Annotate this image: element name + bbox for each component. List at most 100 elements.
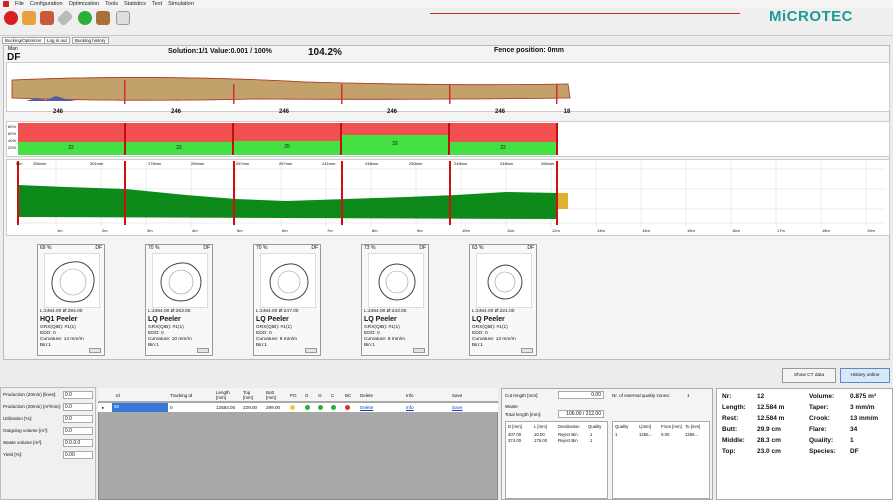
- pencil-icon[interactable]: [56, 9, 74, 27]
- log-card[interactable]: 69 % DF L:2464.00 Ø:294.00 HQ1 Peeler GRX…: [37, 244, 105, 356]
- diameter-label: 248mm: [500, 161, 514, 166]
- cross-section-image: [44, 253, 100, 308]
- card-species: DF: [203, 245, 210, 251]
- length-tick: 11m: [507, 228, 515, 233]
- stat-label: Crook:: [809, 415, 830, 422]
- menu-configuration[interactable]: Configuration: [30, 1, 63, 7]
- log-card[interactable]: 63 % DF L:2464.00 Ø:221.00 LQ Peeler GRX(…: [469, 244, 537, 356]
- grade-axis-label: 80%: [8, 124, 17, 129]
- brand-logo: MiCROTEC: [769, 8, 853, 25]
- length-tick: 12m: [552, 228, 560, 233]
- quality-cell: 1256...: [639, 432, 653, 437]
- stat-label: Flare:: [809, 426, 827, 433]
- production-value: 0.0: [63, 415, 93, 423]
- stat-label: Species:: [809, 448, 836, 455]
- ext-zones-value: 1: [687, 393, 690, 398]
- diameter-label: 266mm: [33, 161, 47, 166]
- cut-length-field[interactable]: 0.00: [558, 391, 604, 399]
- segment-length: 246: [494, 109, 505, 115]
- log-card[interactable]: 70 % DF L:2464.00 Ø:247.00 LQ Peeler GRX(…: [253, 244, 321, 356]
- card-grade: LQ Peeler: [472, 316, 505, 323]
- column-header: Quality: [588, 424, 602, 429]
- more-button[interactable]: [521, 348, 533, 353]
- cell-id[interactable]: 92: [112, 403, 168, 412]
- menu-optimization[interactable]: Optimization: [69, 1, 100, 7]
- cut-cell: 374.00: [508, 438, 522, 443]
- more-button[interactable]: [197, 348, 209, 353]
- column-header: Butt [mm]: [266, 390, 276, 400]
- history-online-button[interactable]: History online: [840, 368, 890, 383]
- diameter-label: 241mm: [322, 161, 336, 166]
- card-species: DF: [311, 245, 318, 251]
- tab-bucking-optimizer[interactable]: Bucking/Optimizer: [2, 37, 45, 44]
- tab-bucking-history[interactable]: Bucking history: [72, 37, 109, 44]
- log-card[interactable]: 70 % DF L:2464.00 Ø:263.00 LQ Peeler GRX(…: [145, 244, 213, 356]
- production-label: Production (20min) [lines]:: [3, 392, 57, 397]
- power-icon[interactable]: [4, 11, 18, 25]
- length-tick: 9m: [417, 228, 423, 233]
- app-icon: [3, 1, 9, 7]
- stat-label: Middle:: [722, 437, 745, 444]
- card-dimensions: L:2464.00 Ø:221.00: [472, 309, 515, 314]
- card-qib: GRX(QIB): #1(1): [148, 325, 184, 330]
- table-row[interactable]: ▸ 92 0 12584.00 229.00 299.00 Delete Inf…: [98, 403, 498, 412]
- diameter-label: 266mm: [541, 161, 555, 166]
- column-header: Info: [406, 393, 414, 398]
- cut-cell: 1: [590, 438, 593, 443]
- cut-cell: Reject Bin: [558, 438, 578, 443]
- card-curvature: Curvature: 10 mm/m: [148, 337, 192, 342]
- card-grade: HQ1 Peeler: [40, 316, 78, 323]
- grade-bar-green: 22: [126, 142, 234, 155]
- show-ct-data-button[interactable]: Show CT data: [782, 368, 836, 383]
- tab-log-in-out[interactable]: Log in out: [44, 37, 70, 44]
- document-icon[interactable]: [116, 11, 130, 25]
- log-shape: [11, 77, 571, 104]
- production-value: 0.0: [63, 427, 93, 435]
- card-edo: EDO: 0: [364, 331, 380, 336]
- profile-plot: [16, 161, 886, 227]
- length-tick: 2m: [102, 228, 108, 233]
- status-g-icon: [305, 405, 310, 410]
- users-icon[interactable]: [40, 11, 54, 25]
- stat-label: Butt:: [722, 426, 738, 433]
- stat-value: 29.9 cm: [757, 426, 781, 433]
- column-header: To [mm]: [685, 424, 701, 429]
- card-dimensions: L:2464.00 Ø:263.00: [148, 309, 191, 314]
- start-icon[interactable]: [78, 11, 92, 25]
- length-tick: 15m: [687, 228, 695, 233]
- production-panel: Production (20min) [lines]: 0.0 Producti…: [0, 387, 96, 500]
- user-icon[interactable]: [22, 11, 36, 25]
- more-button[interactable]: [413, 348, 425, 353]
- diameter-labels: Min 266mm 301mm 278mm 269mm 267mm 267mm …: [16, 161, 576, 168]
- menu-tools[interactable]: Tools: [105, 1, 118, 7]
- more-button[interactable]: [305, 348, 317, 353]
- info-link[interactable]: Info: [406, 405, 414, 410]
- log-card[interactable]: 73 % DF L:2464.00 Ø:243.00 LQ Peeler GRX(…: [361, 244, 429, 356]
- column-header: Destination: [558, 424, 580, 429]
- cut-cell: 10.00: [534, 432, 545, 437]
- column-header: L[mm]: [639, 424, 651, 429]
- grade-axis-label: 60%: [8, 131, 17, 136]
- column-header: L [mm]: [534, 424, 547, 429]
- production-value: 0.0: [63, 391, 93, 399]
- card-qib: GRX(QIB): #1(1): [256, 325, 292, 330]
- menu-simulation[interactable]: Simulation: [168, 1, 194, 7]
- more-button[interactable]: [89, 348, 101, 353]
- stat-value: 3 mm/m: [850, 404, 875, 411]
- menu-test[interactable]: Test: [152, 1, 162, 7]
- log-icon[interactable]: [96, 11, 110, 25]
- stat-value: 12: [757, 393, 765, 400]
- production-label: Production (20min) [m³/min]:: [3, 404, 61, 409]
- length-tick: 13m: [597, 228, 605, 233]
- production-value: 0.0: [63, 403, 93, 411]
- diameter-label: Min: [16, 161, 23, 166]
- diameter-label: 248mm: [365, 161, 379, 166]
- menu-file[interactable]: File: [15, 1, 24, 7]
- delete-link[interactable]: Delete: [360, 405, 373, 410]
- menu-statistics[interactable]: Statistics: [124, 1, 146, 7]
- grade-bars: 22 22 25 32 22: [18, 123, 558, 155]
- save-link[interactable]: Save: [452, 405, 462, 410]
- card-grade: LQ Peeler: [148, 316, 181, 323]
- card-species: DF: [527, 245, 534, 251]
- production-label: Waste volume [m³]:: [3, 440, 43, 445]
